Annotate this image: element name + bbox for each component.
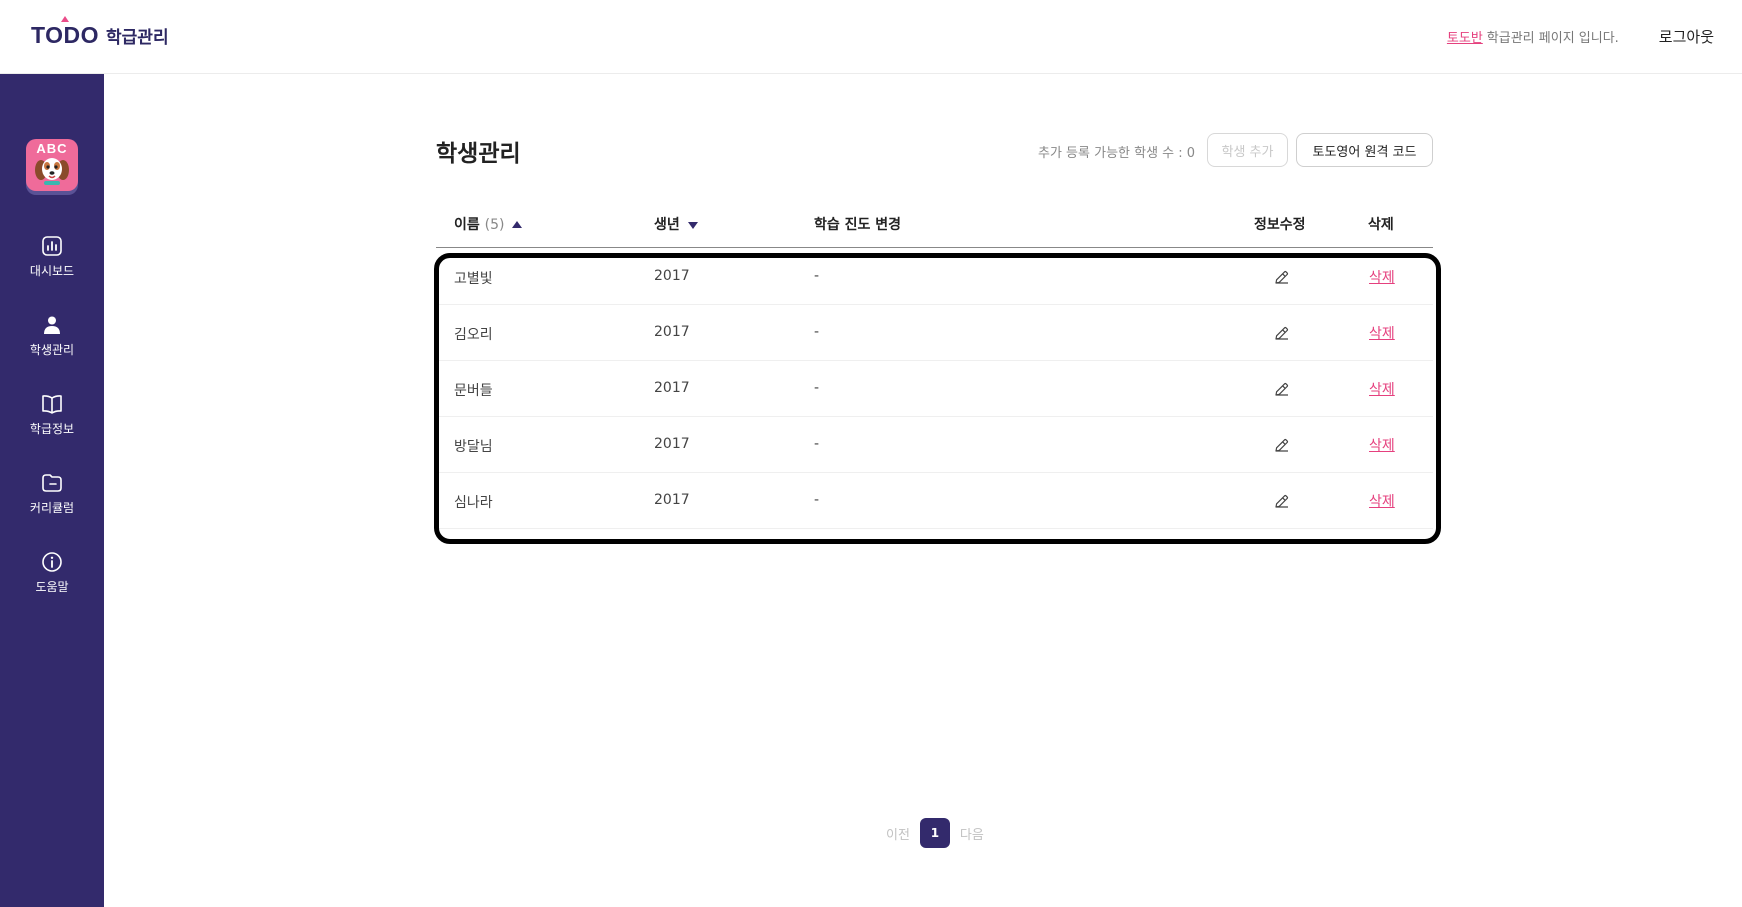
sidebar-item-help[interactable]: 도움말 — [0, 550, 104, 595]
prev-page-button[interactable]: 이전 — [886, 824, 910, 843]
table-row: 방달님 2017 - 삭제 — [436, 417, 1433, 473]
logo-accent-icon — [61, 16, 69, 22]
header-right: 토도반 학급관리 페이지 입니다. 로그아웃 — [1447, 26, 1714, 47]
column-name-header[interactable]: 이름 (5) — [454, 214, 523, 234]
sidebar-item-label: 학급정보 — [29, 422, 75, 436]
student-name: 고별빛 — [454, 271, 493, 287]
page-title: 학생관리 — [436, 141, 521, 167]
student-progress: - — [814, 380, 820, 396]
next-page-button[interactable]: 다음 — [960, 824, 984, 843]
student-birth: 2017 — [654, 436, 690, 452]
sort-asc-icon[interactable] — [512, 221, 523, 228]
student-progress: - — [814, 436, 820, 452]
student-progress: - — [814, 492, 820, 508]
remote-code-button[interactable]: 토도영어 원격 코드 — [1296, 133, 1433, 167]
student-name: 문버들 — [454, 383, 493, 399]
folder-icon — [42, 474, 62, 492]
student-name: 김오리 — [454, 327, 493, 343]
sidebar-item-label: 대시보드 — [29, 264, 75, 278]
student-progress: - — [814, 268, 820, 284]
column-edit-header: 정보수정 — [1254, 217, 1306, 233]
sidebar: ABC 대시보드 학생관리 학급정보 커리큘럼 도움말 — [0, 74, 104, 907]
delete-link[interactable]: 삭제 — [1369, 267, 1395, 287]
chart-icon — [42, 236, 62, 256]
table-header: 이름 (5) 생년 학습 진도 변경 정보수정 삭제 — [436, 206, 1433, 248]
class-page-text: 학급관리 페이지 입니다. — [1486, 31, 1619, 46]
logo-text: TODO — [31, 16, 99, 49]
student-birth: 2017 — [654, 324, 690, 340]
student-name: 심나라 — [454, 495, 493, 511]
add-student-button[interactable]: 학생 추가 — [1207, 133, 1288, 167]
puppy-icon — [35, 158, 69, 185]
student-name: 방달님 — [454, 439, 493, 455]
book-icon — [42, 395, 62, 414]
column-birth-header[interactable]: 생년 — [654, 214, 698, 234]
class-name-link[interactable]: 토도반 — [1447, 27, 1483, 46]
student-progress: - — [814, 324, 820, 340]
column-progress-header: 학습 진도 변경 — [814, 217, 902, 233]
delete-link[interactable]: 삭제 — [1369, 491, 1395, 511]
column-delete-header: 삭제 — [1368, 217, 1394, 233]
logo-subtitle: 학급관리 — [106, 28, 169, 48]
sidebar-item-label: 커리큘럼 — [29, 501, 75, 515]
class-avatar[interactable]: ABC — [26, 139, 78, 195]
table-row: 김오리 2017 - 삭제 — [436, 305, 1433, 361]
sidebar-item-label: 학생관리 — [29, 343, 75, 357]
sort-desc-icon[interactable] — [687, 222, 698, 229]
delete-link[interactable]: 삭제 — [1369, 323, 1395, 343]
student-birth: 2017 — [654, 380, 690, 396]
delete-link[interactable]: 삭제 — [1369, 379, 1395, 399]
table-row: 심나라 2017 - 삭제 — [436, 473, 1433, 529]
edit-icon[interactable] — [1273, 324, 1291, 342]
student-birth: 2017 — [654, 268, 690, 284]
sidebar-item-class-info[interactable]: 학급정보 — [0, 392, 104, 437]
edit-icon[interactable] — [1273, 380, 1291, 398]
column-birth-label: 생년 — [654, 217, 680, 233]
sidebar-item-students[interactable]: 학생관리 — [0, 313, 104, 358]
edit-icon[interactable] — [1273, 492, 1291, 510]
info-icon — [42, 552, 62, 572]
sidebar-item-dashboard[interactable]: 대시보드 — [0, 234, 104, 279]
sidebar-item-curriculum[interactable]: 커리큘럼 — [0, 471, 104, 516]
avatar-image: ABC — [26, 139, 78, 191]
logout-button[interactable]: 로그아웃 — [1659, 26, 1714, 47]
person-icon — [44, 316, 60, 334]
delete-link[interactable]: 삭제 — [1369, 435, 1395, 455]
column-name-label: 이름 — [454, 217, 480, 233]
available-student-count: 추가 등록 가능한 학생 수 : 0 — [1038, 146, 1196, 161]
table-row: 문버들 2017 - 삭제 — [436, 361, 1433, 417]
sidebar-item-label: 도움말 — [35, 580, 69, 594]
page-number-current[interactable]: 1 — [919, 818, 950, 848]
student-count: (5) — [484, 217, 505, 233]
top-header: TODO 학급관리 토도반 학급관리 페이지 입니다. 로그아웃 — [0, 0, 1742, 74]
pagination: 이전 1 다음 — [886, 818, 984, 848]
edit-icon[interactable] — [1273, 436, 1291, 454]
student-birth: 2017 — [654, 492, 690, 508]
table-row: 고별빛 2017 - 삭제 — [436, 249, 1433, 305]
app-logo[interactable]: TODO 학급관리 — [31, 16, 169, 49]
edit-icon[interactable] — [1273, 268, 1291, 286]
